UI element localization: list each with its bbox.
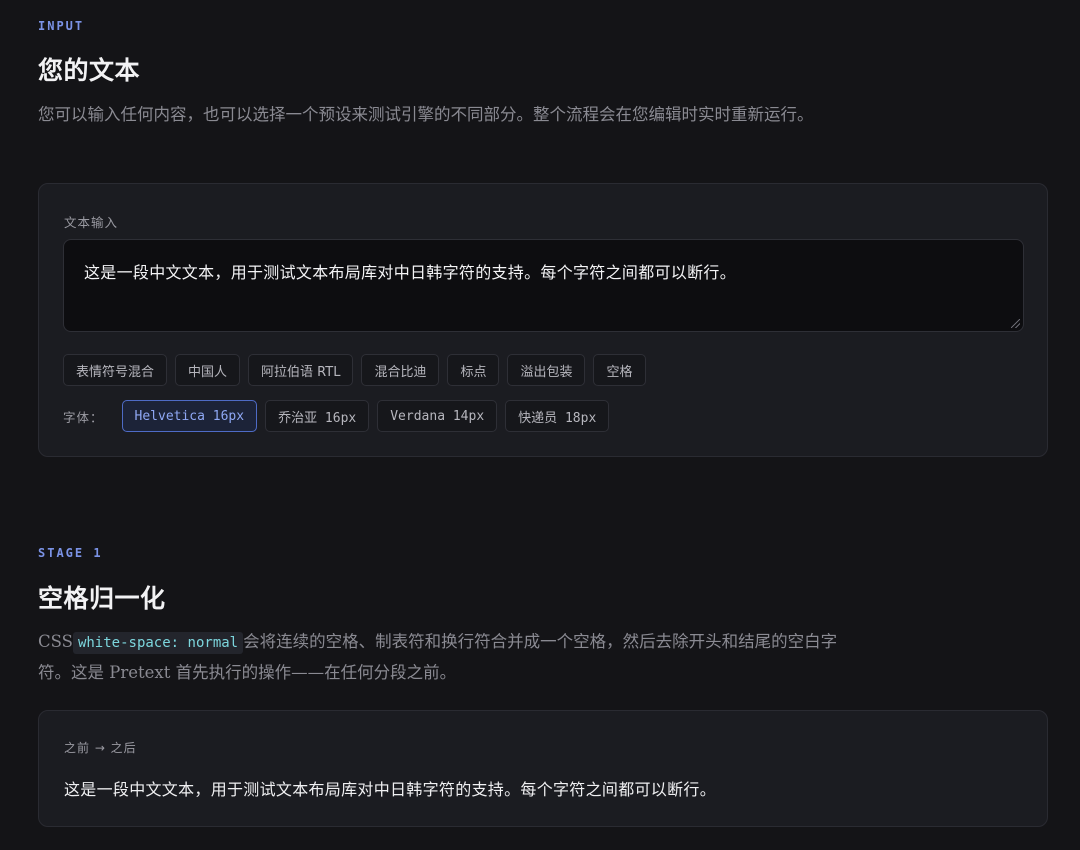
font-helvetica-button[interactable]: Helvetica 16px: [121, 400, 258, 432]
preset-overflow-wrap-button[interactable]: 溢出包装: [507, 354, 586, 386]
text-input-area[interactable]: 这是一段中文文本，用于测试文本布局库对中日韩字符的支持。每个字符之间都可以断行。: [63, 239, 1024, 332]
before-after-card: 之前 → 之后 这是一段中文文本，用于测试文本布局库对中日韩字符的支持。每个字符…: [38, 710, 1048, 827]
font-verdana-button[interactable]: Verdana 14px: [377, 400, 498, 432]
preset-mixed-bidi-button[interactable]: 混合比迪: [361, 354, 440, 386]
text-input-value: 这是一段中文文本，用于测试文本布局库对中日韩字符的支持。每个字符之间都可以断行。: [84, 263, 737, 282]
input-heading: 您的文本: [38, 56, 141, 85]
resize-grip-icon[interactable]: [1011, 319, 1020, 328]
font-row: 字体： Helvetica 16px 乔治亚 16px Verdana 14px…: [63, 400, 610, 432]
stage-description-prefix: CSS: [38, 632, 73, 651]
preset-row: 表情符号混合 中国人 阿拉伯语 RTL 混合比迪 标点 溢出包装 空格: [63, 354, 646, 386]
font-georgia-button[interactable]: 乔治亚 16px: [265, 400, 370, 432]
before-after-label: 之前 → 之后: [64, 741, 137, 755]
text-input-card: 文本输入 这是一段中文文本，用于测试文本布局库对中日韩字符的支持。每个字符之间都…: [38, 183, 1048, 457]
font-courier-button[interactable]: 快递员 18px: [505, 400, 610, 432]
text-input-label: 文本输入: [64, 215, 119, 230]
normalized-text: 这是一段中文文本，用于测试文本布局库对中日韩字符的支持。每个字符之间都可以断行。: [64, 780, 717, 799]
preset-emoji-mix-button[interactable]: 表情符号混合: [63, 354, 168, 386]
preset-punctuation-button[interactable]: 标点: [447, 354, 500, 386]
stage-eyebrow: STAGE 1: [38, 546, 103, 560]
preset-arabic-rtl-button[interactable]: 阿拉伯语 RTL: [248, 354, 354, 386]
input-eyebrow: INPUT: [38, 19, 85, 33]
font-label: 字体：: [63, 409, 104, 425]
preset-chinese-button[interactable]: 中国人: [175, 354, 241, 386]
stage-heading: 空格归一化: [38, 584, 166, 613]
stage-description: CSS white-space: normal 会将连续的空格、制表符和换行符合并成…: [38, 627, 848, 688]
inline-code: white-space: normal: [72, 632, 244, 654]
preset-whitespace-button[interactable]: 空格: [593, 354, 646, 386]
input-description: 您可以输入任何内容，也可以选择一个预设来测试引擎的不同部分。整个流程会在您编辑时…: [38, 105, 814, 124]
